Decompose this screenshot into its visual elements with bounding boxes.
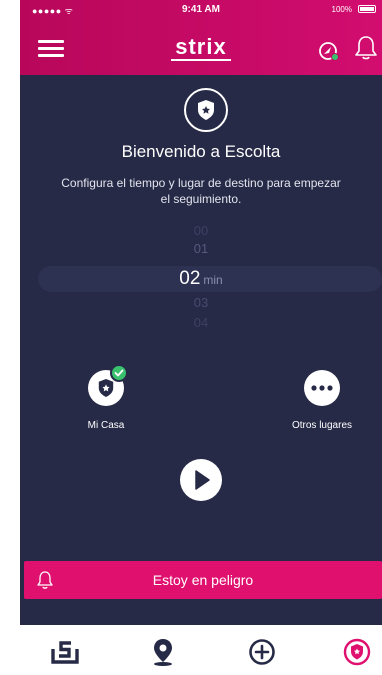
battery-icon xyxy=(358,5,376,13)
app-header: ●●●●● ᯤ 9:41 AM 100% strix xyxy=(20,0,382,75)
more-icon xyxy=(311,385,333,391)
welcome-title: Bienvenido a Escolta xyxy=(121,142,281,161)
picker-option[interactable]: 03 xyxy=(20,295,382,310)
location-pin-icon[interactable] xyxy=(148,637,178,667)
battery-percent: 100% xyxy=(331,5,352,14)
strix-icon[interactable] xyxy=(50,637,80,667)
picker-option[interactable]: 00 xyxy=(20,223,382,238)
logo-text: strix xyxy=(171,36,231,61)
destination-label: Otros lugares xyxy=(291,420,353,431)
start-escolta-button[interactable] xyxy=(180,459,222,501)
bottom-tab-bar xyxy=(20,625,382,675)
add-circle-icon[interactable] xyxy=(247,637,277,667)
destination-label: Mi Casa xyxy=(87,420,125,431)
destination-icon-circle xyxy=(304,370,340,406)
shield-icon xyxy=(98,379,114,397)
app-screen: ●●●●● ᯤ 9:41 AM 100% strix Bienvenido a … xyxy=(20,0,382,675)
selected-check-icon xyxy=(110,364,128,382)
danger-label: Estoy en peligro xyxy=(152,572,254,588)
picker-option[interactable]: 04 xyxy=(20,315,382,330)
status-time: 9:41 AM xyxy=(182,4,220,15)
escolta-badge xyxy=(184,88,228,132)
escolta-shield-icon[interactable] xyxy=(342,637,372,667)
bell-icon[interactable] xyxy=(354,34,378,62)
escolta-panel: Bienvenido a Escolta Configura el tiempo… xyxy=(20,75,382,625)
picker-selected-value: 02 xyxy=(179,268,201,289)
picker-unit: min xyxy=(203,273,223,287)
shield-icon xyxy=(198,100,214,120)
danger-button[interactable]: Estoy en peligro xyxy=(24,561,382,599)
time-picker[interactable]: 00 01 02 min 03 04 xyxy=(20,223,382,338)
play-icon xyxy=(195,470,210,490)
welcome-subtitle: Configura el tiempo y lugar de destino p… xyxy=(61,176,341,206)
picker-option[interactable]: 01 xyxy=(20,241,382,256)
navigation-icon[interactable] xyxy=(318,40,340,62)
status-bar: ●●●●● ᯤ 9:41 AM 100% xyxy=(20,0,382,20)
picker-selected-option[interactable]: 02 min xyxy=(20,266,382,292)
